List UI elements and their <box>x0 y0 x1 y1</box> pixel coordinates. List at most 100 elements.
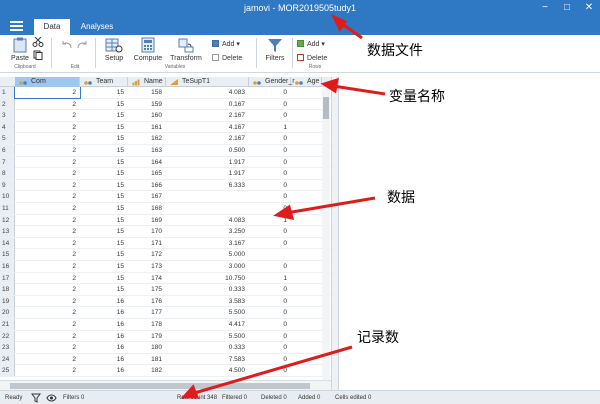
filters-button[interactable]: Filters <box>262 37 288 63</box>
table-cell[interactable]: 2 <box>15 168 80 179</box>
table-cell[interactable]: 15 <box>80 180 128 191</box>
table-cell[interactable]: 2 <box>15 180 80 191</box>
table-cell[interactable]: 15 <box>80 215 128 226</box>
table-cell[interactable]: 2 <box>15 215 80 226</box>
table-cell[interactable]: 3.167 <box>166 238 249 249</box>
transform-button[interactable]: Transform <box>167 37 205 63</box>
table-cell[interactable]: 2 <box>15 307 80 318</box>
maximize-button[interactable]: □ <box>557 1 577 16</box>
table-cell[interactable]: 2.167 <box>166 133 249 144</box>
table-cell[interactable]: 170 <box>128 226 166 237</box>
table-cell[interactable]: 1.917 <box>166 157 249 168</box>
table-cell[interactable]: 4.500 <box>166 365 249 376</box>
table-cell[interactable]: 2 <box>15 331 80 342</box>
table-row[interactable]: 24 2 16 181 7.583 0 <box>0 353 331 366</box>
setup-button[interactable]: Setup <box>99 37 129 63</box>
table-cell[interactable]: 0 <box>249 342 291 353</box>
table-cell[interactable]: 2 <box>15 284 80 295</box>
table-cell[interactable]: 167 <box>128 191 166 202</box>
table-cell[interactable]: 174 <box>128 273 166 284</box>
table-cell[interactable]: 0 <box>249 226 291 237</box>
table-cell[interactable]: 2 <box>15 99 80 110</box>
row-number[interactable]: 12 <box>0 214 15 226</box>
table-row[interactable]: 21 2 16 178 4.417 0 <box>0 319 331 331</box>
column-header-age[interactable]: Age <box>291 77 322 87</box>
row-number[interactable]: 2 <box>0 98 15 110</box>
row-number[interactable]: 8 <box>0 168 15 180</box>
table-row[interactable]: 12 2 15 169 4.083 1 <box>0 214 331 227</box>
table-cell[interactable]: 180 <box>128 342 166 353</box>
table-cell[interactable]: 175 <box>128 284 166 295</box>
table-cell[interactable]: 178 <box>128 319 166 330</box>
table-cell[interactable]: 0 <box>249 354 291 365</box>
row-number[interactable]: 22 <box>0 330 15 342</box>
row-number[interactable]: 25 <box>0 365 15 377</box>
table-cell[interactable]: 182 <box>128 365 166 376</box>
compute-button[interactable]: Compute <box>131 37 165 63</box>
table-cell[interactable] <box>166 203 249 214</box>
spreadsheet[interactable]: Com Team Name TeSupT1 Gender_r Age 1 2 15 158 4.0… <box>0 77 331 390</box>
table-cell[interactable]: 15 <box>80 99 128 110</box>
table-cell[interactable]: 2 <box>15 273 80 284</box>
table-row[interactable]: 17 2 15 174 10.750 1 <box>0 272 331 285</box>
table-cell[interactable]: 16 <box>80 331 128 342</box>
table-cell[interactable]: 1 <box>249 273 291 284</box>
table-row[interactable]: 6 2 15 163 0.500 0 <box>0 145 331 157</box>
close-button[interactable]: ✕ <box>579 1 599 16</box>
table-cell[interactable]: 5.500 <box>166 331 249 342</box>
table-row[interactable]: 20 2 16 177 5.500 0 <box>0 307 331 319</box>
copy-button[interactable] <box>31 50 45 62</box>
row-number[interactable]: 20 <box>0 307 15 319</box>
table-row[interactable]: 19 2 16 176 3.583 0 <box>0 295 331 308</box>
table-cell[interactable]: 0 <box>249 307 291 318</box>
table-cell[interactable]: 176 <box>128 296 166 307</box>
undo-button[interactable] <box>59 37 75 55</box>
table-row[interactable]: 25 2 16 182 4.500 0 <box>0 365 331 377</box>
table-cell[interactable]: 7.583 <box>166 354 249 365</box>
table-cell[interactable]: 15 <box>80 110 128 121</box>
delete-row-button[interactable]: Delete <box>297 54 327 63</box>
table-cell[interactable]: 0 <box>249 296 291 307</box>
table-cell[interactable]: 0.333 <box>166 284 249 295</box>
table-cell[interactable]: 16 <box>80 307 128 318</box>
table-cell[interactable]: 0 <box>249 238 291 249</box>
table-cell[interactable]: 164 <box>128 157 166 168</box>
table-row[interactable]: 18 2 15 175 0.333 0 <box>0 284 331 296</box>
table-cell[interactable]: 3.583 <box>166 296 249 307</box>
column-header-gender-r[interactable]: Gender_r <box>249 77 295 87</box>
table-cell[interactable]: 0 <box>249 99 291 110</box>
add-row-button[interactable]: Add ▾ <box>297 40 325 49</box>
table-cell[interactable]: 4.167 <box>166 122 249 133</box>
row-number[interactable]: 1 <box>0 87 15 98</box>
tab-analyses[interactable]: Analyses <box>75 19 119 35</box>
table-row[interactable]: 23 2 16 180 0.333 0 <box>0 342 331 354</box>
table-cell[interactable]: 173 <box>128 261 166 272</box>
row-number[interactable]: 17 <box>0 272 15 284</box>
table-cell[interactable]: 162 <box>128 133 166 144</box>
table-cell[interactable]: 2 <box>15 249 80 260</box>
table-cell[interactable]: 169 <box>128 215 166 226</box>
table-cell[interactable]: 16 <box>80 296 128 307</box>
table-cell[interactable]: 168 <box>128 203 166 214</box>
table-cell[interactable]: 10.750 <box>166 273 249 284</box>
table-cell[interactable]: 2 <box>15 261 80 272</box>
table-cell[interactable]: 2 <box>15 238 80 249</box>
table-row[interactable]: 16 2 15 173 3.000 0 <box>0 261 331 273</box>
tab-data[interactable]: Data <box>34 19 70 35</box>
column-header-com[interactable]: Com <box>15 77 80 87</box>
row-number[interactable]: 23 <box>0 342 15 354</box>
paste-button[interactable]: Paste <box>8 37 32 63</box>
table-row[interactable]: 1 2 15 158 4.083 0 <box>0 87 331 99</box>
table-cell[interactable]: 15 <box>80 145 128 156</box>
table-row[interactable]: 3 2 15 160 2.167 0 <box>0 110 331 122</box>
column-header-team[interactable]: Team <box>80 77 128 87</box>
table-cell[interactable]: 16 <box>80 365 128 376</box>
table-cell[interactable]: 2 <box>15 145 80 156</box>
table-cell[interactable]: 2 <box>15 110 80 121</box>
table-cell[interactable]: 15 <box>80 157 128 168</box>
table-row[interactable]: 13 2 15 170 3.250 0 <box>0 226 331 238</box>
table-cell[interactable]: 15 <box>80 249 128 260</box>
row-number[interactable]: 10 <box>0 191 15 203</box>
minimize-button[interactable]: − <box>535 1 555 16</box>
table-cell[interactable]: 0 <box>249 365 291 376</box>
